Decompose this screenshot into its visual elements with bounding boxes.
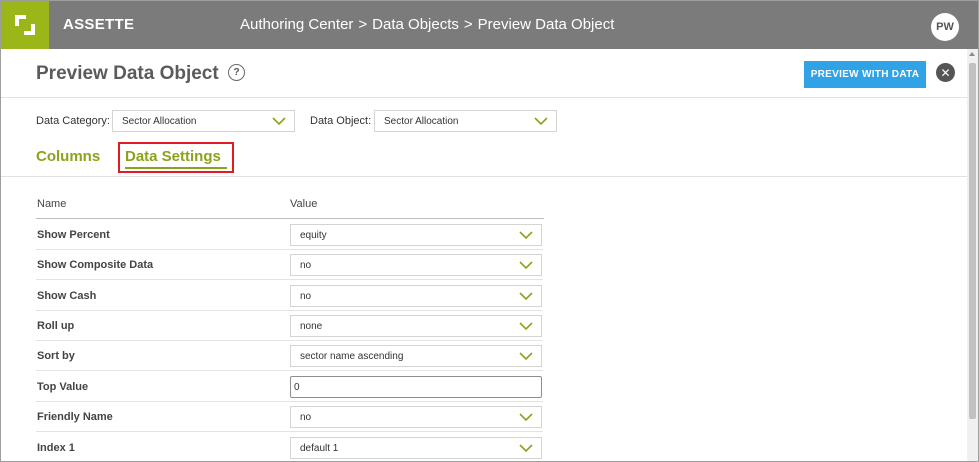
setting-name: Show Percent [37,229,110,241]
chevron-down-icon [519,413,533,422]
chevron-down-icon [519,231,533,240]
data-object-value: Sector Allocation [384,115,459,127]
index-1-select[interactable]: default 1 [290,437,542,459]
setting-name: Show Cash [37,290,97,302]
chevron-down-icon [519,352,533,361]
setting-name: Index 1 [37,442,75,454]
header-divider [1,97,967,98]
setting-value: no [300,411,312,423]
column-header-name: Name [37,198,67,210]
setting-value: 0 [294,381,300,393]
tab-columns[interactable]: Columns [36,148,100,165]
data-category-select[interactable]: Sector Allocation [112,110,295,132]
setting-name: Top Value [37,381,89,393]
tabs-divider [1,176,967,177]
logo[interactable] [1,1,49,49]
data-category-value: Sector Allocation [122,115,197,127]
top-value-input[interactable]: 0 [290,376,542,398]
row-divider [36,249,543,250]
chevron-down-icon [519,322,533,331]
table-header-divider [36,218,544,219]
breadcrumb: Authoring Center > Data Objects > Previe… [240,16,614,33]
setting-name: Roll up [37,320,75,332]
row-divider [36,310,543,311]
vertical-scrollbar[interactable] [967,49,978,461]
top-bar: ASSETTE Authoring Center > Data Objects … [1,1,978,49]
row-divider [36,401,543,402]
row-divider [36,340,543,341]
setting-value: sector name ascending [300,350,404,362]
chevron-down-icon [519,292,533,301]
help-icon[interactable]: ? [228,64,245,81]
chevron-down-icon [534,117,548,126]
data-object-label: Data Object: [310,115,372,127]
show-composite-data-select[interactable]: no [290,254,542,276]
breadcrumb-data-objects[interactable]: Data Objects [372,16,459,33]
chevron-down-icon [519,444,533,453]
close-icon[interactable]: ✕ [936,63,955,82]
setting-value: no [300,290,312,302]
setting-value: equity [300,229,327,241]
setting-value: no [300,259,312,271]
row-divider [36,370,543,371]
user-avatar[interactable]: PW [931,13,959,41]
preview-with-data-button[interactable]: PREVIEW WITH DATA [804,61,926,88]
breadcrumb-current-page: Preview Data Object [477,16,615,33]
breadcrumb-authoring-center[interactable]: Authoring Center [240,16,353,33]
friendly-name-select[interactable]: no [290,406,542,428]
column-header-value: Value [290,198,318,210]
row-divider [36,279,543,280]
chevron-down-icon [272,117,286,126]
data-category-label: Data Category: [36,115,110,127]
scrollbar-thumb[interactable] [969,63,976,419]
roll-up-select[interactable]: none [290,315,542,337]
show-percent-select[interactable]: equity [290,224,542,246]
sort-by-select[interactable]: sector name ascending [290,345,542,367]
brand-name: ASSETTE [63,16,135,33]
row-divider [36,431,543,432]
annotation-highlight-box [118,142,234,173]
setting-name: Friendly Name [37,411,113,423]
scroll-up-arrow-icon[interactable] [969,52,975,56]
data-object-select[interactable]: Sector Allocation [374,110,557,132]
show-cash-select[interactable]: no [290,285,542,307]
setting-value: none [300,320,323,332]
chevron-down-icon [519,261,533,270]
page-title: Preview Data Object [36,63,219,84]
logo-icon [15,15,35,35]
setting-name: Sort by [37,350,75,362]
setting-value: default 1 [300,442,339,454]
app-window: ASSETTE Authoring Center > Data Objects … [0,0,979,462]
setting-name: Show Composite Data [37,259,154,271]
breadcrumb-separator: > [463,16,473,33]
breadcrumb-separator: > [358,16,368,33]
